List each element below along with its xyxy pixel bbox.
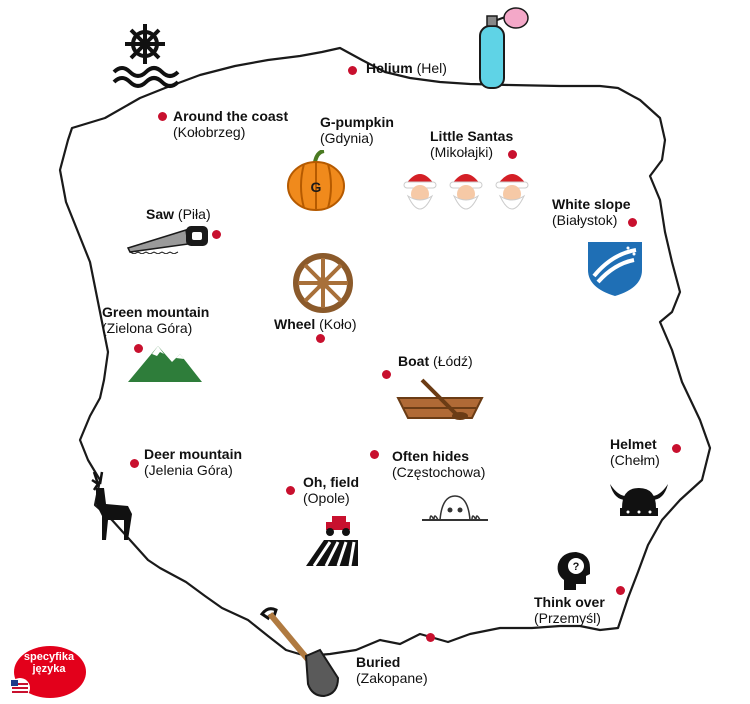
svg-text:?: ? <box>573 561 580 573</box>
dot-wheel <box>316 334 325 343</box>
helium-tank-icon <box>479 7 529 89</box>
label-g-pumpkin: G-pumpkin (Gdynia) <box>320 114 394 147</box>
dot-helmet <box>672 444 681 453</box>
dot-buried <box>426 633 435 642</box>
label-around-the-coast: Around the coast (Kołobrzeg) <box>173 108 289 141</box>
poland-map <box>58 46 712 658</box>
deer-icon <box>91 471 132 540</box>
dot-little-santas <box>508 150 517 159</box>
label-helium: Helium (Hel) <box>366 60 447 76</box>
dot-around-the-coast <box>158 112 167 121</box>
dot-often-hides <box>370 450 379 459</box>
ship-wheel-waves-icon <box>112 24 180 88</box>
label-green-mountain: Green mountain (Zielona Góra) <box>102 304 210 337</box>
tractor-field-icon <box>306 516 358 567</box>
hand-saw-icon <box>126 226 208 254</box>
dot-oh-field <box>286 486 295 495</box>
thinking-head-icon: ? <box>557 552 590 590</box>
dot-boat <box>382 370 391 379</box>
santa-faces-icon <box>403 173 529 210</box>
label-deer-mountain: Deer mountain (Jelenia Góra) <box>144 446 243 479</box>
dot-white-slope <box>628 218 637 227</box>
wooden-wheel-icon <box>293 253 353 313</box>
green-mountain-icon <box>128 346 202 382</box>
label-helmet: Helmet (Chełm) <box>610 436 660 469</box>
label-little-santas: Little Santas (Mikołajki) <box>430 128 514 161</box>
svg-text:G: G <box>311 179 322 195</box>
shovel-icon <box>259 607 340 698</box>
ski-slope-shield-icon <box>588 242 642 296</box>
dot-saw <box>212 230 221 239</box>
peeking-face-icon <box>422 495 488 521</box>
brand-text: specyfika języka <box>23 651 75 675</box>
label-boat: Boat (Łódź) <box>398 353 473 369</box>
rowing-boat-icon <box>396 378 484 420</box>
label-white-slope: White slope (Białystok) <box>552 196 631 229</box>
dot-helium <box>348 66 357 75</box>
pumpkin-icon: G <box>287 150 345 211</box>
label-oh-field: Oh, field (Opole) <box>303 474 359 507</box>
viking-helmet-icon <box>610 484 668 516</box>
label-think-over: Think over (Przemyśl) <box>534 594 605 627</box>
label-often-hides: Often hides (Częstochowa) <box>392 448 486 481</box>
dot-deer-mountain <box>130 459 139 468</box>
label-wheel: Wheel (Koło) <box>274 316 357 332</box>
dot-think-over <box>616 586 625 595</box>
label-buried: Buried (Zakopane) <box>356 654 428 687</box>
